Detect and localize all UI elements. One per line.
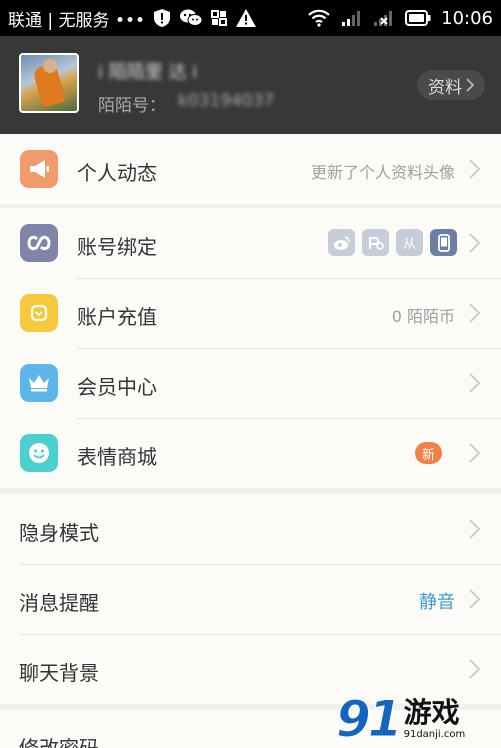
signal-icon: [341, 9, 363, 27]
status-bar: 联通 | 无服务 ••• 10:06: [0, 0, 501, 36]
row-invisible-mode[interactable]: 隐身模式: [0, 494, 501, 564]
chat-background-label: 聊天背景: [19, 661, 99, 685]
watermark-number: 91: [336, 690, 404, 748]
shield-icon: [153, 8, 171, 28]
avatar-head: [43, 59, 57, 73]
pengyou-icon: [362, 229, 389, 256]
invisible-mode-label: 隐身模式: [19, 521, 99, 545]
carrier-text: 联通 | 无服务 •••: [8, 10, 146, 31]
chevron-right-icon: [469, 659, 480, 679]
profile-header[interactable]: i 陌陌里 达 i 陌陌号： k03194037 资料: [0, 36, 501, 134]
sticker-store-label: 表情商城: [77, 445, 157, 469]
renren-text: 从: [402, 237, 416, 252]
signal-off-icon: [373, 9, 395, 27]
row-sticker-store[interactable]: 表情商城 新: [0, 418, 501, 488]
smiley-icon: [20, 434, 58, 472]
profile-details-button[interactable]: 资料: [417, 70, 485, 100]
row-notifications[interactable]: 消息提醒 静音: [0, 564, 501, 634]
watermark-logo: 91 游戏 91danji.com: [336, 690, 501, 748]
crown-icon: [20, 364, 58, 402]
membership-label: 会员中心: [77, 375, 157, 399]
chevron-right-icon: [469, 373, 480, 393]
notifications-label: 消息提醒: [19, 591, 99, 615]
profile-id: k03194037: [178, 91, 275, 111]
activity-value: 更新了个人资料头像: [310, 163, 455, 182]
watermark-url: 91danji.com: [403, 728, 466, 740]
phone-icon: [430, 229, 457, 256]
profile-id-label: 陌陌号：: [98, 96, 166, 116]
chevron-right-icon: [469, 159, 480, 179]
settings-card: 隐身模式 消息提醒 静音 聊天背景: [0, 494, 501, 704]
activity-card: 个人动态 更新了个人资料头像: [0, 134, 501, 204]
avatar[interactable]: [19, 53, 79, 113]
wifi-icon: [307, 9, 331, 27]
account-card: 账号绑定 从 账户充值 0 陌陌币 会员中心 表情商城 新: [0, 208, 501, 488]
clock-text: 10:06: [441, 7, 493, 29]
row-recharge[interactable]: 账户充值 0 陌陌币: [0, 278, 501, 348]
chevron-right-icon: [469, 303, 480, 323]
profile-details-label: 资料: [428, 77, 462, 98]
link-icon: [20, 224, 58, 262]
watermark-text: 游戏: [403, 695, 460, 729]
chevron-right-icon: [469, 233, 480, 253]
chevron-right-icon: [466, 78, 474, 92]
coin-icon: [20, 294, 58, 332]
battery-icon: [405, 10, 431, 26]
chevron-right-icon: [469, 519, 480, 539]
weibo-icon: [328, 229, 355, 256]
row-membership[interactable]: 会员中心: [0, 348, 501, 418]
renren-icon: 从: [396, 229, 423, 256]
activity-label: 个人动态: [77, 161, 157, 185]
account-binding-label: 账号绑定: [77, 235, 157, 259]
profile-name: i 陌陌里 达 i: [98, 62, 198, 83]
row-account-binding[interactable]: 账号绑定 从: [0, 208, 501, 278]
recharge-value: 0 陌陌币: [391, 307, 455, 326]
recharge-label: 账户充值: [77, 305, 157, 329]
row-activity[interactable]: 个人动态 更新了个人资料头像: [0, 134, 501, 204]
chevron-right-icon: [469, 589, 480, 609]
change-password-label: 修改密码: [19, 736, 99, 748]
binding-icons: 从: [328, 229, 457, 256]
notifications-value: 静音: [419, 592, 455, 613]
wechat-icon: [179, 8, 203, 28]
chevron-right-icon: [469, 443, 480, 463]
warning-icon: [235, 8, 257, 28]
new-badge: 新: [415, 442, 442, 464]
grid-icon: [211, 10, 228, 26]
megaphone-icon: [20, 150, 58, 188]
